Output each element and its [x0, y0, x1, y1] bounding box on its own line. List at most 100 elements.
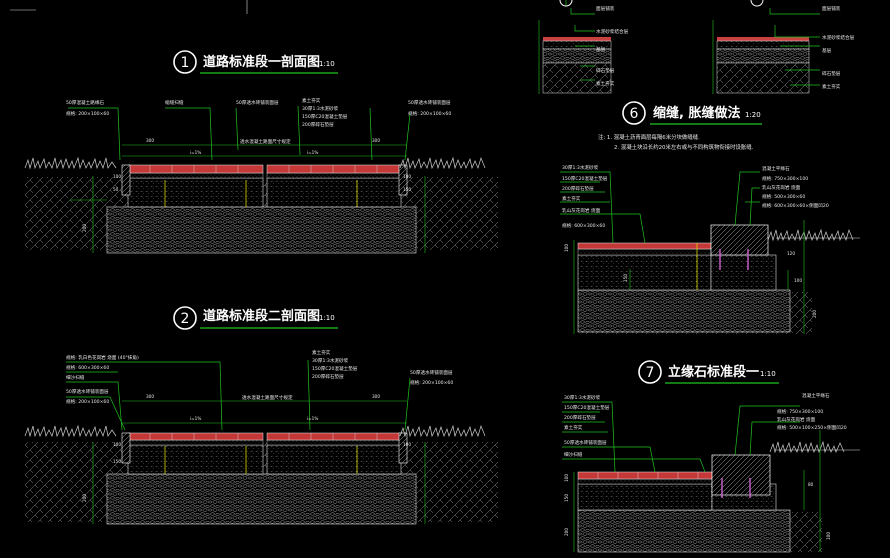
s7-label-l6: 细沙扫缝 [564, 451, 583, 458]
s6-label-r2: 规格: 750×300×100 [762, 175, 808, 182]
top-detail-right: 面层铺装 水泥砂浆结合层 基层 碎石垫层 素土夯实 [712, 0, 855, 94]
s6-dim-3: 120 [787, 251, 795, 256]
s7-dim-1: 150 [564, 494, 569, 502]
section-1-title-text: 道路标准段一剖面图 [203, 54, 320, 70]
s1-label-l2: 规格: 200×100×60 [66, 110, 109, 117]
s1-label-l4: 50厚透水砖铺装面层 [236, 99, 279, 106]
s6-label-l2: 150厚C20混凝土垫层 [562, 175, 608, 182]
section-7-title-text: 立缘石标准段一 [668, 364, 759, 380]
section-6-title-text: 缩缝, 胀缝做法 [653, 105, 740, 121]
s6-label-l5: 乳山灰花岗岩 烧面 [562, 207, 601, 214]
s1-dim-5: 100 [403, 174, 411, 179]
top-label-8: 碎石垫层 [822, 70, 841, 77]
s7-dim-4: 100 [826, 532, 831, 540]
section-2-number: 2 [181, 311, 190, 327]
s7-label-r2: 规格: 750×300×100 [777, 408, 823, 415]
s1-dim-0: 300 [146, 138, 154, 143]
section-7-scale: 1:10 [760, 370, 776, 378]
s2-label-l3: 细沙扫缝 [66, 374, 85, 381]
s2-label-l2: 规格: 600×300×60 [66, 364, 109, 371]
section-6-title: 6 缩缝, 胀缝做法 1:20 [622, 101, 762, 125]
s2-label-l1: 规格: 乳白色花岗岩 烧面 (40°抹角) [66, 354, 139, 361]
s6-dim-0: 100 [564, 244, 569, 252]
s6-label-l6: 规格: 600×300×60 [562, 222, 605, 229]
s7-label-l3: 200厚碎石垫层 [564, 414, 596, 421]
s1-label-mid: 透水混凝土路面尺寸规定 [240, 138, 291, 145]
s7-label-r4: 规格: 500×100×250×侧面凹20 [777, 424, 847, 431]
top-label-9: 素土夯实 [822, 83, 841, 90]
s6-label-r5: 规格: 600×300×60×侧面凹20 [762, 202, 829, 209]
s2-label-l4: 50厚透水砖铺装面层 [66, 388, 109, 395]
top-label-5: 面层铺装 [822, 5, 841, 12]
s1-label-r3: 150厚C20混凝土垫层 [302, 113, 348, 120]
section-6-drawing [560, 171, 860, 334]
cad-drawing: 面层铺装 水泥砂浆结合层 基层 碎石垫层 素土夯实 面层铺装 水泥砂浆结合层 基… [10, 0, 860, 553]
s7-label-l5: 50厚透水砖铺装面层 [564, 439, 607, 446]
s6-label-r4: 规格: 500×300×60 [762, 193, 805, 200]
s6-label-r1: 混凝土平缘石 [762, 165, 790, 172]
section-6-number: 6 [630, 106, 639, 122]
s6-dim-2: 200 [812, 310, 817, 318]
s1-label-r1: 素土夯实 [302, 97, 321, 104]
section-2-scale: 1:10 [319, 314, 335, 322]
s2-label-mid: 透水混凝土路面尺寸规定 [242, 394, 293, 401]
s1-dim-2: i=1% [307, 150, 318, 155]
s7-dim-0: 100 [564, 474, 569, 482]
s2-dim-4: 100 [113, 442, 121, 447]
s1-label-r5: 50厚透水砖铺装面层 [408, 99, 451, 106]
s6-label-r3: 乳山灰花岗岩 烧面 [762, 184, 801, 191]
section-1-scale: 1:10 [319, 60, 335, 68]
top-label-3: 碎石垫层 [596, 67, 615, 74]
section-1-drawing [24, 105, 498, 254]
s2-label-r3: 150厚C20混凝土垫层 [312, 365, 358, 372]
s2-dim-7: 200 [82, 494, 87, 502]
s1-dim-6: 50 [113, 187, 119, 192]
s1-label-r2: 30厚1:3水泥砂浆 [302, 105, 339, 112]
s1-label-l3: 缩缝扫缝 [165, 99, 184, 106]
s2-label-r4: 200厚碎石垫层 [312, 373, 344, 380]
s6-label-l4: 素土夯实 [562, 195, 581, 202]
s7-dim-3: 80 [808, 482, 814, 487]
s6-dim-1: 150 [623, 274, 628, 282]
top-label-6: 水泥砂浆结合层 [822, 34, 855, 41]
section-2-title: 2 道路标准段二剖面图 1:10 [173, 306, 338, 330]
s7-label-l1: 30厚1:3水泥砂浆 [564, 394, 601, 401]
s7-label-r1: 混凝土平缘石 [802, 392, 830, 399]
s1-dim-4: 100 [113, 174, 121, 179]
s1-label-l1: 50厚混凝土路缘石 [66, 99, 104, 106]
s1-dim-7: 150 [403, 187, 411, 192]
section-7-number: 7 [646, 365, 655, 381]
s2-dim-0: 300 [146, 394, 154, 399]
s1-label-r4: 200厚碎石垫层 [302, 121, 334, 128]
top-label-1: 水泥砂浆结合层 [596, 28, 629, 35]
top-label-2: 基层 [596, 46, 606, 53]
s7-dim-2: 200 [564, 528, 569, 536]
section-6-scale: 1:20 [745, 111, 761, 119]
top-label-0: 面层铺装 [596, 5, 615, 12]
s7-label-r3: 乳山灰花岗岩 烧面 [777, 416, 816, 423]
section-1-title: 1 道路标准段一剖面图 1:10 [173, 50, 338, 74]
s2-label-r5: 50厚透水砖铺装面层 [410, 369, 453, 376]
section-6-notes: 注: 1. 混凝土沥青面层每隔6米分块做缝缝. 2. 混凝土块沿长约20米左右或… [598, 133, 754, 151]
s6-note-0: 注: 1. 混凝土沥青面层每隔6米分块做缝缝. [598, 133, 700, 141]
top-detail-left: 面层铺装 水泥砂浆结合层 基层 碎石垫层 素土夯实 [538, 0, 629, 94]
s2-label-r1: 素土夯实 [312, 349, 331, 356]
s1-dim-3: 300 [372, 138, 380, 143]
s1-dim-1: i=1% [190, 150, 201, 155]
s2-dim-5: 100 [403, 442, 411, 447]
section-7-title: 7 立缘石标准段一 1:10 [638, 360, 779, 384]
s7-label-l2: 150厚C20混凝土垫层 [564, 404, 610, 411]
s1-dim-8: 200 [82, 224, 87, 232]
s2-dim-6: 150 [113, 459, 121, 464]
s1-label-r6: 规格: 200×100×60 [408, 110, 451, 117]
s2-dim-1: i=1% [190, 416, 201, 421]
s2-label-r6: 规格: 200×100×60 [410, 379, 453, 386]
s2-dim-2: i=1% [307, 416, 318, 421]
top-label-7: 基层 [822, 47, 832, 54]
s2-label-l5: 规格: 200×100×60 [66, 398, 109, 405]
s6-note-1: 2. 混凝土块沿长约20米左右或与不同构筑物衔接时设胀缝. [614, 143, 754, 151]
s6-label-l1: 30厚1:3水泥砂浆 [562, 164, 599, 171]
s6-dim-4: 100 [794, 278, 802, 283]
s2-dim-3: 300 [372, 394, 380, 399]
s6-label-l3: 200厚碎石垫层 [562, 185, 594, 192]
